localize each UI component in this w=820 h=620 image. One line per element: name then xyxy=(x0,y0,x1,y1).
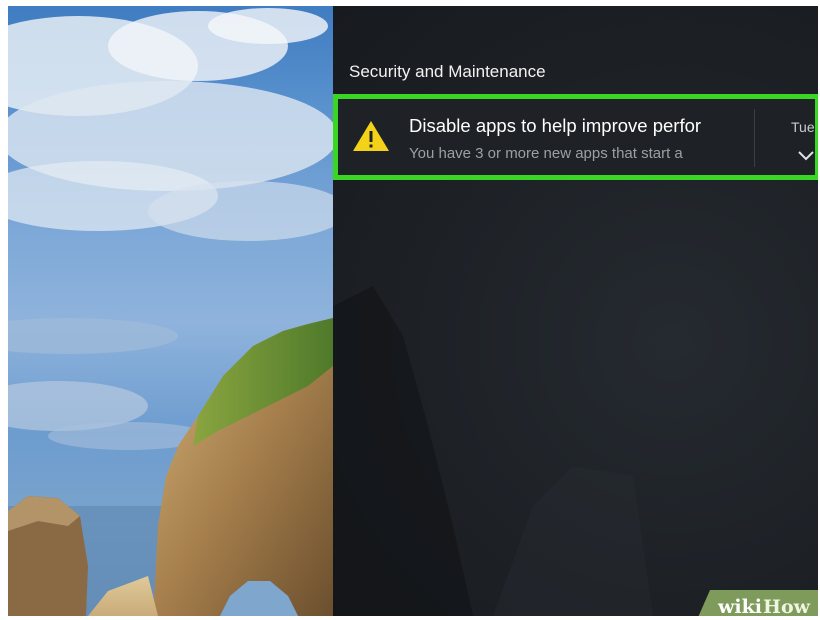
wikihow-watermark: wiki How xyxy=(698,590,818,616)
watermark-wiki: wiki xyxy=(717,596,762,616)
notification-card[interactable]: Disable apps to help improve perfor You … xyxy=(333,94,818,180)
notification-time: Tue xyxy=(791,119,815,135)
chevron-down-icon[interactable] xyxy=(797,150,815,162)
notification-body: You have 3 or more new apps that start a xyxy=(409,145,683,162)
watermark-how: How xyxy=(763,596,811,616)
desktop-wallpaper xyxy=(8,6,333,616)
notification-group-title: Security and Maintenance xyxy=(349,62,546,81)
screenshot-frame: Security and Maintenance Disable apps to… xyxy=(8,6,818,616)
warning-icon xyxy=(353,121,389,151)
notification-title: Disable apps to help improve perfor xyxy=(409,115,702,136)
landscape-illustration xyxy=(8,8,333,616)
notification-divider xyxy=(754,109,755,167)
action-center-panel: Security and Maintenance Disable apps to… xyxy=(333,6,818,616)
